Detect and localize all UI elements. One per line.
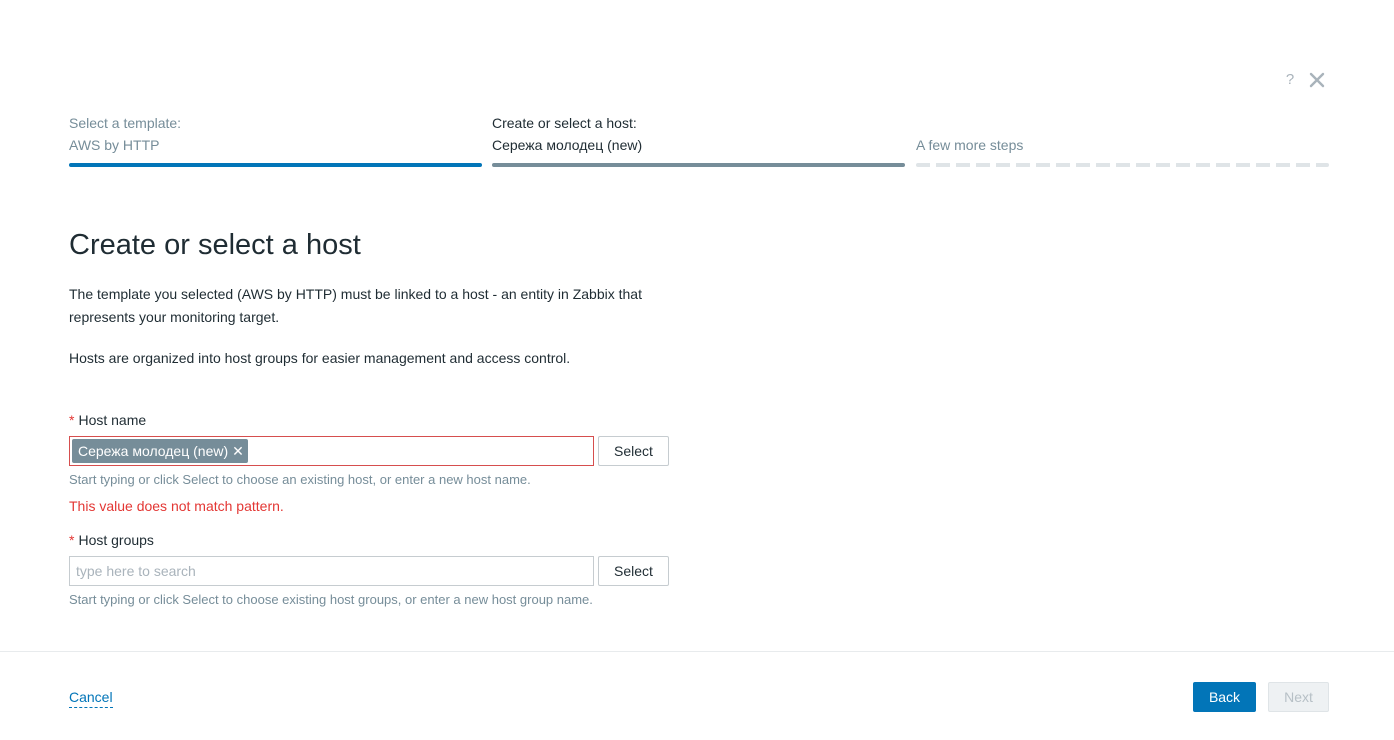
host-name-label-text: Host name <box>78 412 147 428</box>
step-select-template: Select a template: AWS by HTTP <box>69 112 482 167</box>
host-groups-hint: Start typing or click Select to choose e… <box>69 592 593 607</box>
footer-divider <box>0 651 1394 652</box>
description-host-groups: Hosts are organized into host groups for… <box>69 350 571 366</box>
required-mark: * <box>69 412 75 428</box>
step-title: Create or select a host: <box>492 115 637 131</box>
host-groups-label: * Host groups <box>69 530 154 550</box>
step-more-steps: A few more steps <box>916 112 1329 167</box>
page-title: Create or select a host <box>69 229 361 261</box>
step-title <box>916 112 1329 134</box>
host-name-hint: Start typing or click Select to choose a… <box>69 472 531 487</box>
host-name-multiselect[interactable]: Сережа молодец (new) ✕ <box>69 436 594 466</box>
host-name-tag: Сережа молодец (new) ✕ <box>72 439 248 463</box>
step-title: Select a template: <box>69 115 182 131</box>
host-groups-select-button[interactable]: Select <box>598 556 669 586</box>
host-wizard-dialog: ? Select a template: AWS by HTTP Create … <box>0 0 1394 740</box>
description-template-link: The template you selected (AWS by HTTP) … <box>69 286 642 325</box>
step-value: Сережа молодец (new) <box>492 137 643 153</box>
host-name-label: * Host name <box>69 410 146 430</box>
next-button[interactable]: Next <box>1268 682 1329 712</box>
step-progress-bar <box>69 163 482 167</box>
step-progress-bar <box>492 163 905 167</box>
step-progress-bar <box>916 163 1329 167</box>
host-name-tag-text: Сережа молодец (new) <box>78 443 229 459</box>
host-groups-multiselect <box>69 556 594 586</box>
host-name-error: This value does not match pattern. <box>69 498 284 514</box>
required-mark: * <box>69 532 75 548</box>
host-name-select-button[interactable]: Select <box>598 436 669 466</box>
remove-tag-icon[interactable]: ✕ <box>232 439 244 463</box>
step-value: AWS by HTTP <box>69 137 160 153</box>
back-button[interactable]: Back <box>1193 682 1256 712</box>
cancel-link[interactable]: Cancel <box>69 687 113 708</box>
step-value: A few more steps <box>916 137 1024 153</box>
close-icon[interactable] <box>1308 71 1326 89</box>
step-create-host: Create or select a host: Сережа молодец … <box>492 112 905 167</box>
help-icon[interactable]: ? <box>1282 70 1298 90</box>
host-groups-search-input[interactable] <box>70 557 593 585</box>
host-groups-label-text: Host groups <box>78 532 154 548</box>
